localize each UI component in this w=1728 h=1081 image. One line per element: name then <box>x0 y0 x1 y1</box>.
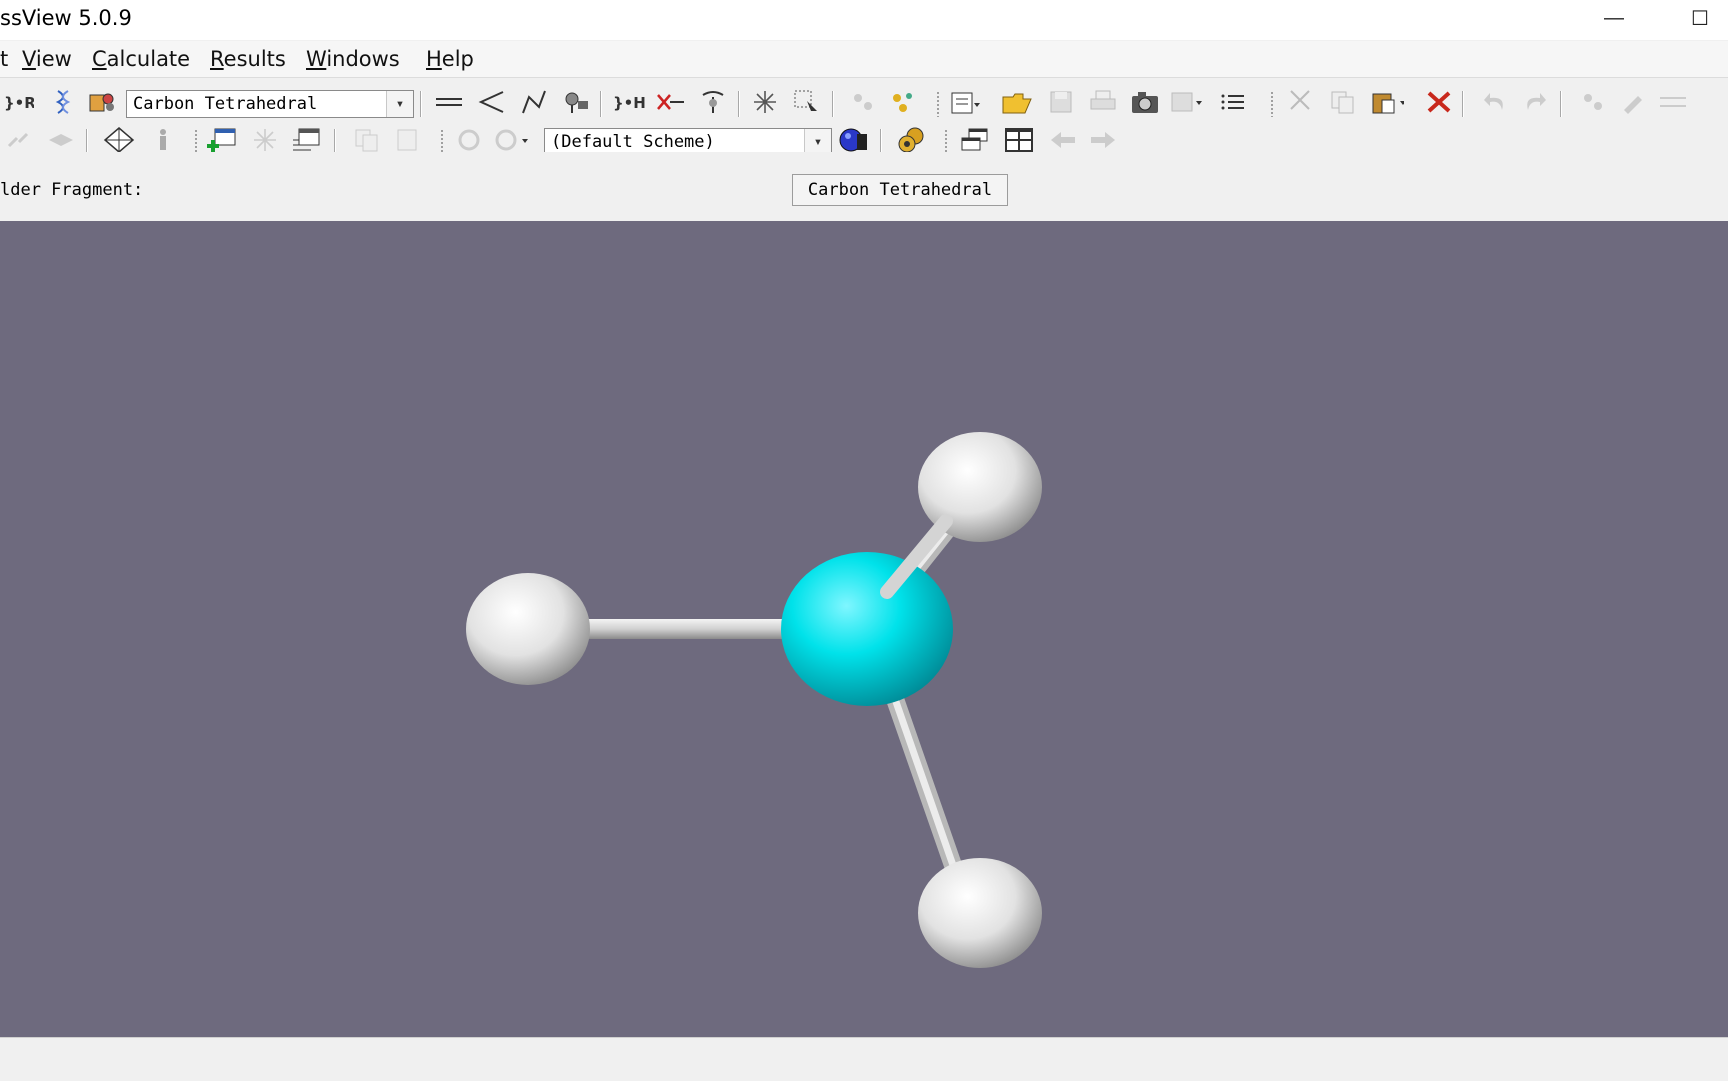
carbon-atom[interactable] <box>781 552 953 706</box>
select-region-icon[interactable] <box>790 86 824 118</box>
molecule-canvas[interactable] <box>0 221 1728 1037</box>
menu-view[interactable]: View <box>22 47 72 71</box>
color-scheme-value: (Default Scheme) <box>551 132 715 152</box>
fragment-combo-value: Carbon Tetrahedral <box>133 94 318 114</box>
minimize-button[interactable]: — <box>1586 0 1642 36</box>
undo-icon[interactable] <box>1478 86 1512 118</box>
toolbar-separator <box>1560 91 1562 117</box>
clean-icon[interactable] <box>1576 86 1610 118</box>
bond-c-h-left[interactable] <box>580 619 790 639</box>
window-title: ssView 5.0.9 <box>0 6 132 30</box>
menu-edit[interactable]: t <box>0 47 8 71</box>
modify-bond-icon[interactable] <box>432 86 466 118</box>
delete-atom-icon[interactable] <box>654 86 688 118</box>
list-icon[interactable] <box>1216 86 1250 118</box>
camera-icon[interactable] <box>1128 86 1162 118</box>
status-bar <box>0 1037 1728 1081</box>
add-hydrogens-icon[interactable]: }•H <box>612 86 646 118</box>
open-folder-icon[interactable] <box>1000 86 1034 118</box>
toolbar-separator <box>738 91 740 117</box>
svg-text:}•R: }•R <box>4 94 34 112</box>
sparkle-icon[interactable] <box>846 86 880 118</box>
main-toolbar: }•R Carbon Tetrahedral ▾ }•H <box>0 86 1728 122</box>
paste-icon[interactable] <box>1370 86 1404 118</box>
copy-icon[interactable] <box>1326 86 1360 118</box>
toolbar-separator <box>600 91 602 117</box>
svg-text:}•H: }•H <box>613 94 645 112</box>
maximize-button[interactable]: ☐ <box>1672 0 1728 36</box>
modify-angle-icon[interactable] <box>474 86 508 118</box>
toolbar-separator <box>420 91 422 117</box>
dna-icon[interactable] <box>46 86 80 118</box>
molecule-viewport[interactable] <box>0 221 1728 1037</box>
print-icon[interactable] <box>1086 86 1120 118</box>
symmetrize-icon[interactable] <box>696 86 730 118</box>
inquire-icon[interactable] <box>558 86 592 118</box>
atoms-cluster-icon[interactable] <box>886 86 920 118</box>
menu-help[interactable]: Help <box>426 47 474 71</box>
save-icon[interactable] <box>1044 86 1078 118</box>
r-group-icon[interactable]: }•R <box>2 86 36 118</box>
new-file-icon[interactable] <box>948 86 982 118</box>
brush-icon[interactable] <box>1616 86 1650 118</box>
export-image-icon[interactable] <box>1170 86 1204 118</box>
builder-fragment-display[interactable]: Carbon Tetrahedral <box>792 174 1008 206</box>
hydrogen-atom-left[interactable] <box>466 573 590 685</box>
builder-fragment-bar: lder Fragment: Carbon Tetrahedral <box>0 152 1728 220</box>
menu-calculate[interactable]: Calculate <box>92 47 190 71</box>
menu-bar: t View Calculate Results Windows Help <box>0 41 1728 78</box>
toolbar-separator <box>832 91 834 117</box>
toolbar-separator <box>1462 91 1464 117</box>
delete-icon[interactable] <box>1422 86 1456 118</box>
menu-windows[interactable]: Windows <box>306 47 400 71</box>
toolbar-grip <box>1270 91 1274 117</box>
fragment-library-icon[interactable] <box>86 86 120 118</box>
chevron-down-icon[interactable]: ▾ <box>386 91 413 117</box>
hydrogen-atom-bottom[interactable] <box>918 858 1042 968</box>
menu-results[interactable]: Results <box>210 47 286 71</box>
title-bar: ssView 5.0.9 — ☐ <box>0 0 1728 40</box>
fragment-combo[interactable]: Carbon Tetrahedral ▾ <box>126 90 414 118</box>
modify-dihedral-icon[interactable] <box>516 86 550 118</box>
tools-icon[interactable] <box>1656 86 1690 118</box>
redo-icon[interactable] <box>1518 86 1552 118</box>
toolbar-grip <box>936 91 940 117</box>
cut-icon[interactable] <box>1284 86 1318 118</box>
builder-fragment-label: lder Fragment: <box>0 180 144 200</box>
select-atoms-icon[interactable] <box>748 86 782 118</box>
